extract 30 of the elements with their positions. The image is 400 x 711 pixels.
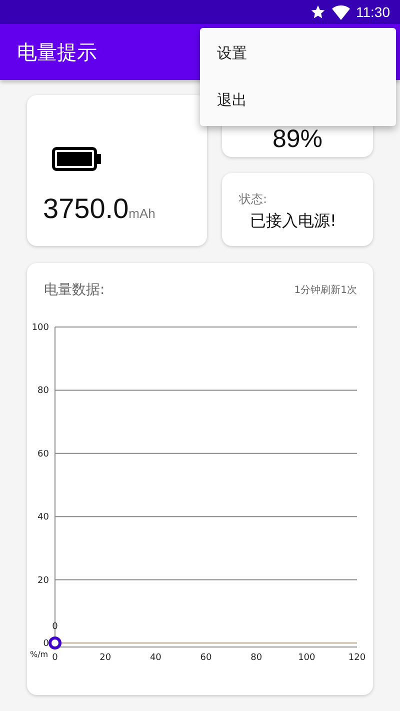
- y-tick-label: 40: [38, 512, 49, 523]
- chart-title: 电量数据:: [44, 281, 105, 299]
- x-tick-label: 100: [298, 653, 316, 663]
- y-tick-label: 20: [38, 576, 49, 586]
- y-tick-label: 0: [43, 639, 49, 649]
- y-tick-label: 80: [38, 386, 49, 396]
- clock-time: 11:30: [356, 4, 390, 20]
- data-point: [48, 636, 62, 650]
- app-title: 电量提示: [17, 38, 97, 66]
- menu-item[interactable]: 设置: [200, 30, 396, 77]
- x-tick-label: 0: [52, 653, 58, 663]
- x-tick-label: 80: [250, 653, 262, 663]
- battery-percent: 89%: [272, 127, 323, 152]
- y-tick-label: 100: [32, 323, 49, 333]
- y-tick-label: 60: [38, 449, 49, 460]
- x-tick-label: 20: [100, 653, 112, 663]
- x-tick-label: 40: [150, 653, 162, 663]
- x-tick-label: 60: [200, 653, 212, 663]
- status-label: 状态:: [239, 191, 268, 208]
- axis-unit: %/m: [30, 650, 48, 659]
- star-icon: [310, 4, 326, 20]
- capacity-unit: mAh: [128, 206, 156, 221]
- capacity-value: 3750.0: [43, 193, 129, 225]
- x-tick-label: 120: [348, 653, 366, 663]
- refresh-note: 1分钟刷新1次: [294, 284, 357, 297]
- data-label: 0: [52, 622, 58, 632]
- status-value: 已接入电源!: [250, 211, 338, 232]
- battery-icon: [52, 147, 102, 171]
- menu-item[interactable]: 退出: [200, 77, 396, 124]
- wifi-icon: [332, 4, 350, 20]
